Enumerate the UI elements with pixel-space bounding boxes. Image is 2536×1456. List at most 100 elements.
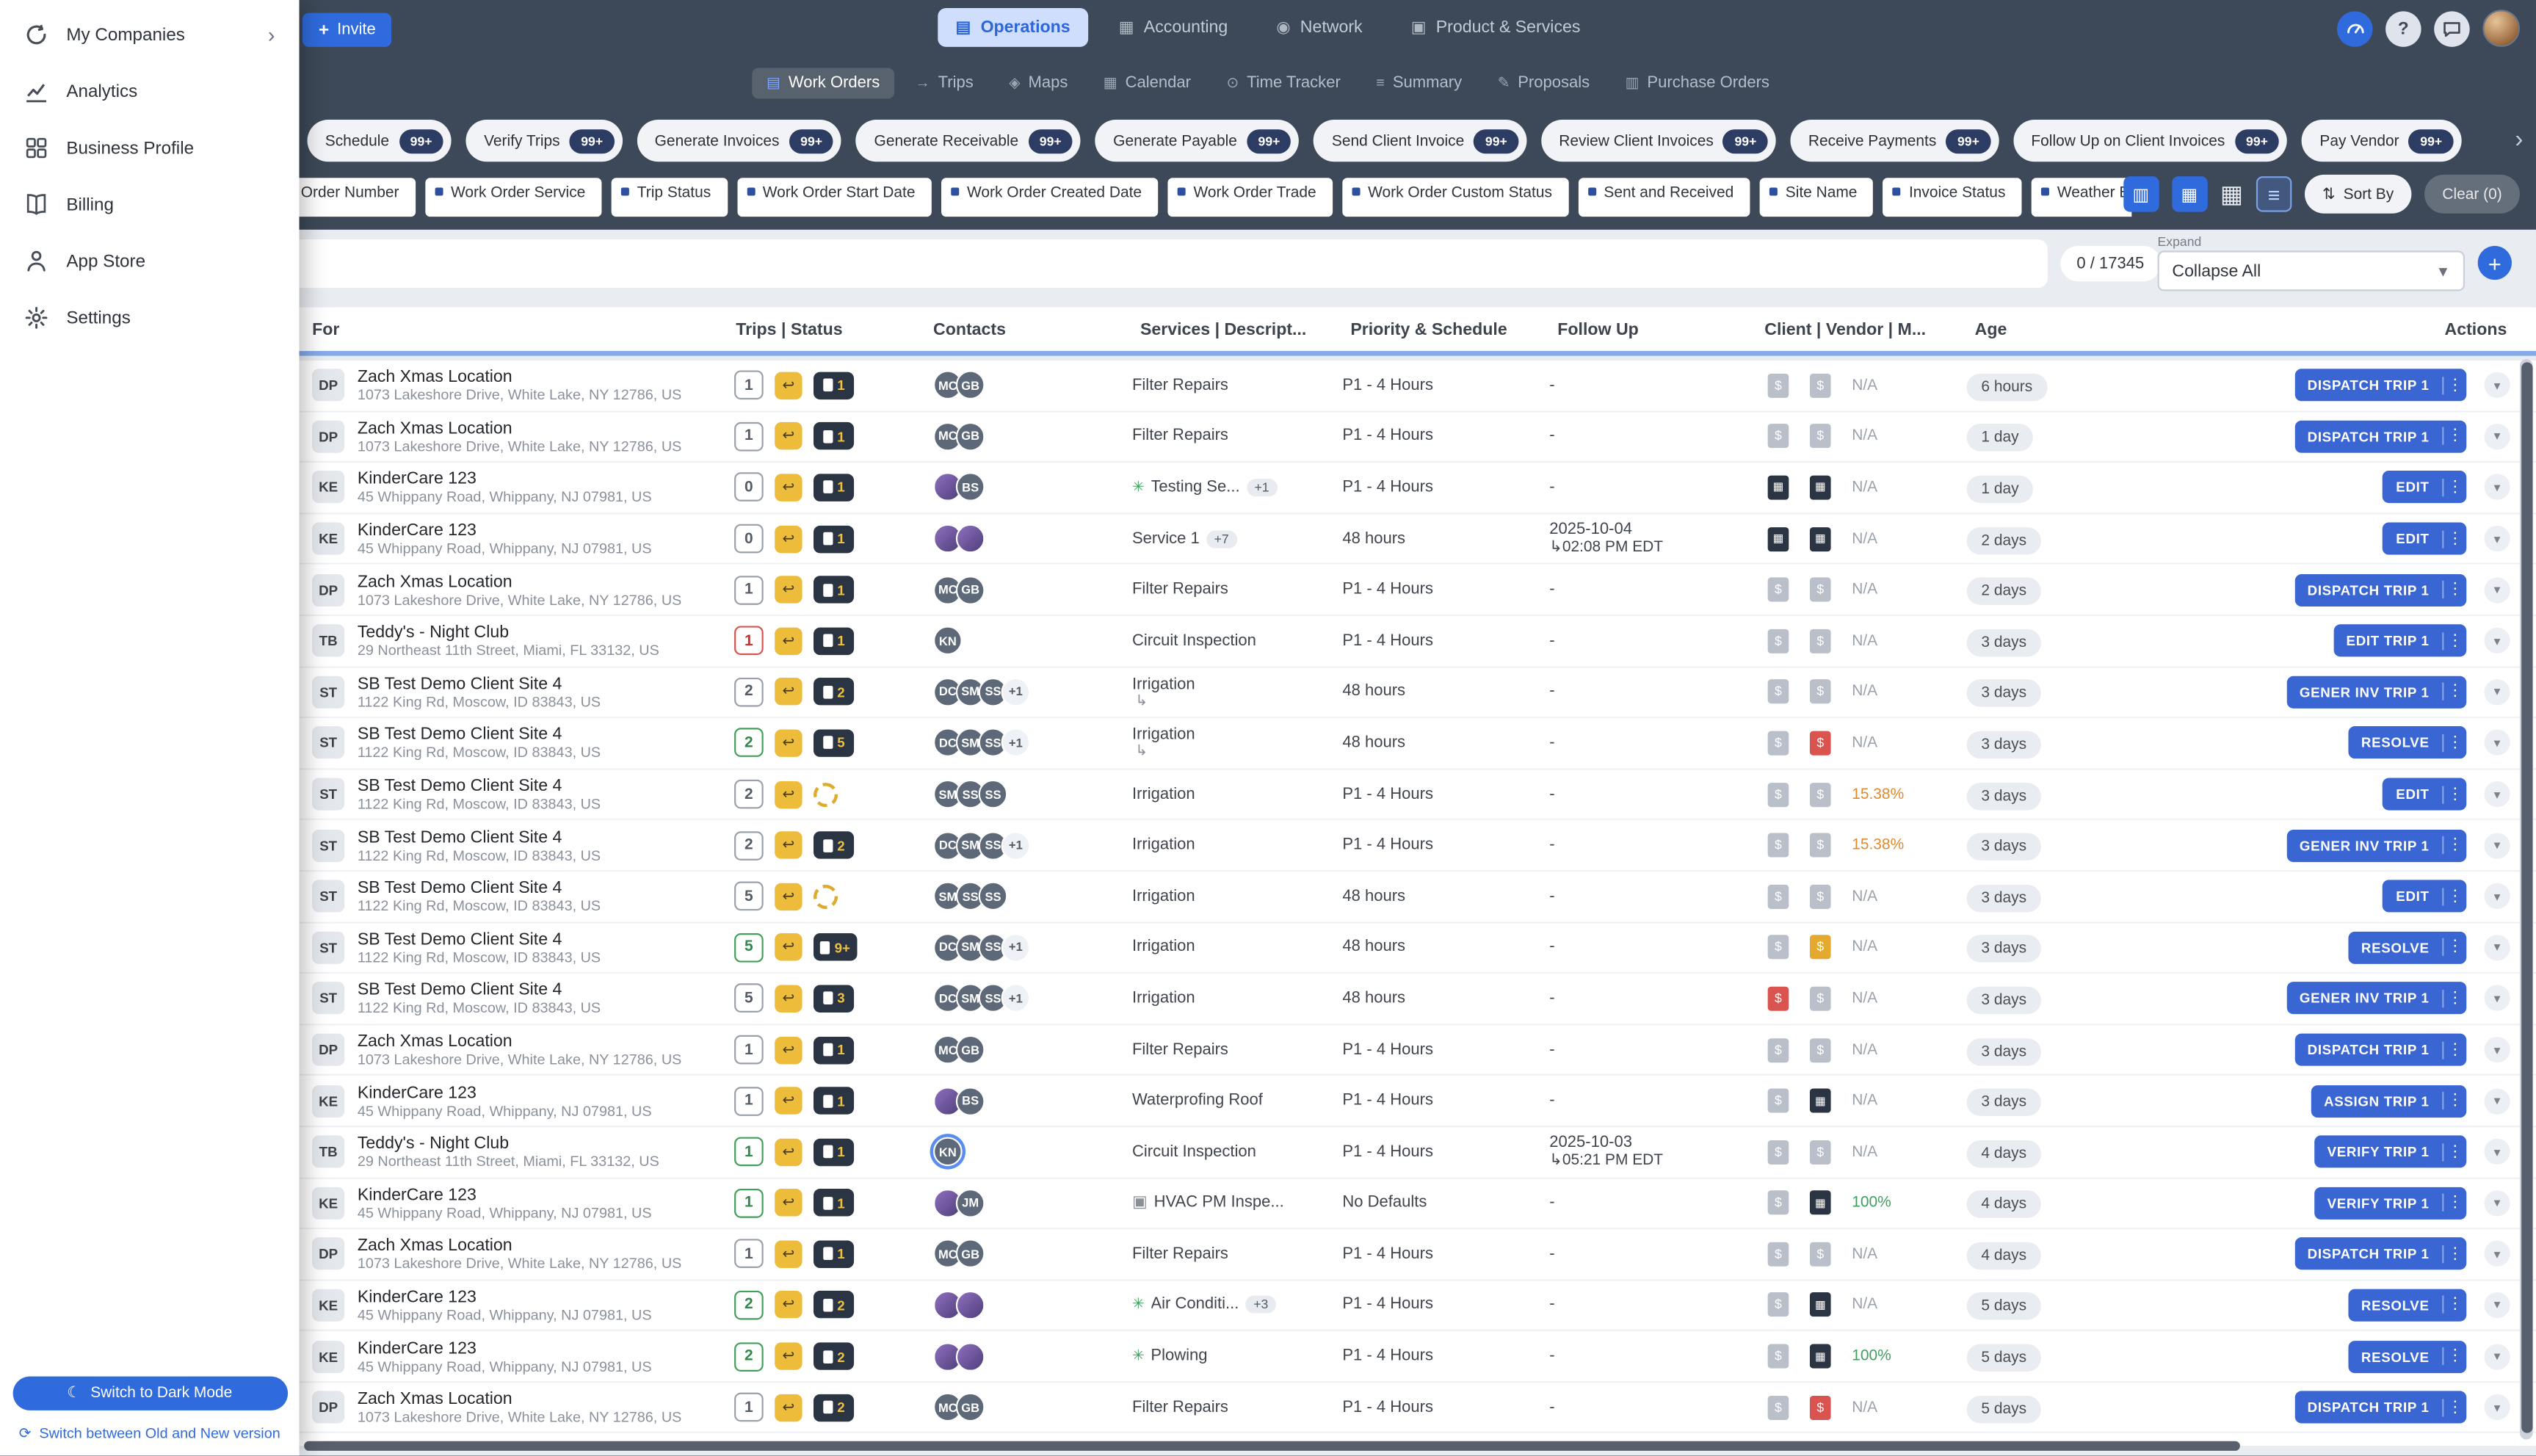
contact-avatar[interactable]: GB [955, 1392, 985, 1422]
red-icon[interactable]: $ [1809, 1395, 1831, 1420]
more-actions-icon[interactable]: ⋮ [2442, 478, 2466, 497]
expand-row-icon[interactable]: ▾ [2484, 678, 2510, 706]
site-name[interactable]: KinderCare 123 [358, 1287, 652, 1306]
contact-avatar[interactable]: JM [955, 1188, 985, 1218]
service-more-badge[interactable]: +1 [1246, 478, 1278, 497]
red-icon[interactable]: $ [1767, 986, 1789, 1011]
contact-avatar[interactable] [955, 1290, 985, 1320]
contacts-more-badge[interactable]: +1 [1001, 932, 1031, 963]
primary-action-button[interactable]: DISPATCH TRIP 1 ⋮ [2294, 573, 2467, 606]
tab-accounting[interactable]: ▦ Accounting [1101, 8, 1246, 47]
expand-row-icon[interactable]: ▾ [2484, 1343, 2510, 1369]
subtab-proposals[interactable]: ✎ Proposals [1483, 67, 1604, 98]
trip-status-icon[interactable]: ↩ [775, 524, 803, 553]
contact-avatar[interactable]: GB [955, 1035, 985, 1065]
workflow-chip-send-client-invoice[interactable]: Send Client Invoice 99+ [1314, 120, 1527, 162]
primary-action-button[interactable]: ASSIGN TRIP 1 ⋮ [2311, 1084, 2467, 1118]
invoice-icon[interactable]: $ [1809, 1037, 1831, 1062]
yellow-icon[interactable]: $ [1809, 935, 1831, 960]
documents-badge[interactable]: 1 [814, 1035, 855, 1064]
grid-view-toggle-icon[interactable]: ▦ [2220, 182, 2243, 206]
contact-avatar[interactable] [955, 1341, 985, 1372]
column-follow-up[interactable]: Follow Up [1549, 319, 1756, 338]
expand-row-icon[interactable]: ▾ [2484, 526, 2510, 552]
primary-action-button[interactable]: RESOLVE ⋮ [2348, 727, 2467, 760]
trips-count[interactable]: 1 [734, 1086, 764, 1116]
trip-status-icon[interactable]: ↩ [775, 729, 803, 757]
card-view-button[interactable]: ▥ [2123, 176, 2159, 212]
more-actions-icon[interactable]: ⋮ [2442, 1040, 2466, 1059]
workflow-chip-follow-up-on-client-invoices[interactable]: Follow Up on Client Invoices 99+ [2013, 120, 2288, 162]
invoice-icon[interactable]: $ [1809, 1242, 1831, 1267]
column-services[interactable]: Services | Descript... [1132, 319, 1342, 338]
horizontal-scrollbar[interactable] [304, 1441, 2240, 1451]
trips-count[interactable]: 1 [734, 575, 764, 605]
trips-count[interactable]: 1 [734, 1035, 764, 1065]
site-name[interactable]: Zach Xmas Location [358, 1032, 682, 1051]
site-name[interactable]: KinderCare 123 [358, 1339, 652, 1358]
invoice-icon[interactable]: $ [1767, 935, 1789, 960]
more-actions-icon[interactable]: ⋮ [2442, 1347, 2466, 1366]
trips-count[interactable]: 2 [734, 1290, 764, 1320]
pending-status-icon[interactable] [814, 782, 838, 807]
subtab-maps[interactable]: ◈ Maps [994, 67, 1082, 98]
invoice-icon[interactable]: $ [1767, 833, 1789, 858]
primary-action-button[interactable]: DISPATCH TRIP 1 ⋮ [2294, 420, 2467, 453]
help-button[interactable]: ? [2385, 10, 2421, 46]
trip-status-icon[interactable]: ↩ [775, 1138, 803, 1166]
pending-status-icon[interactable] [814, 884, 838, 909]
trip-status-icon[interactable]: ↩ [775, 1035, 803, 1064]
documents-badge[interactable]: 1 [814, 524, 855, 553]
tab-network[interactable]: ◉ Network [1258, 8, 1380, 47]
more-actions-icon[interactable]: ⋮ [2442, 989, 2466, 1008]
invoice-icon[interactable]: $ [1767, 731, 1789, 756]
workflow-chip-receive-payments[interactable]: Receive Payments 99+ [1790, 120, 1999, 162]
invoice-icon[interactable]: $ [1809, 833, 1831, 858]
filter-chip-trip-status[interactable]: Trip Status [611, 178, 728, 217]
documents-badge[interactable]: 1 [814, 422, 855, 451]
collapse-all-select[interactable]: Collapse All ▼ [2157, 250, 2466, 291]
expand-row-icon[interactable]: ▾ [2484, 781, 2510, 808]
site-name[interactable]: Zach Xmas Location [358, 1236, 682, 1256]
trips-count[interactable]: 1 [734, 626, 764, 656]
invoice-icon[interactable]: $ [1809, 424, 1831, 449]
invoice-icon[interactable]: $ [1767, 373, 1789, 398]
user-avatar[interactable] [2482, 10, 2520, 47]
expand-row-icon[interactable]: ▾ [2484, 372, 2510, 399]
column-client-vendor[interactable]: Client | Vendor | M... [1756, 319, 1966, 338]
filter-chip-sent-and-received[interactable]: Sent and Received [1578, 178, 1750, 217]
trip-status-icon[interactable]: ↩ [775, 1189, 803, 1217]
primary-action-button[interactable]: GENER INV TRIP 1 ⋮ [2286, 982, 2467, 1015]
more-actions-icon[interactable]: ⋮ [2442, 376, 2466, 395]
workflow-chip-pay-vendor[interactable]: Pay Vendor 99+ [2302, 120, 2462, 162]
service-more-badge[interactable]: +7 [1206, 529, 1237, 548]
more-actions-icon[interactable]: ⋮ [2442, 1194, 2466, 1212]
trips-count[interactable]: 1 [734, 421, 764, 452]
filter-chip-work-order-service[interactable]: Work Order Service [424, 178, 602, 217]
trip-status-icon[interactable]: ↩ [775, 933, 803, 962]
more-actions-icon[interactable]: ⋮ [2442, 529, 2466, 548]
workflow-chip-review-client-invoices[interactable]: Review Client Invoices 99+ [1541, 120, 1776, 162]
sort-by-button[interactable]: ⇅ Sort By [2304, 174, 2412, 214]
workflow-chip-generate-payable[interactable]: Generate Payable 99+ [1095, 120, 1300, 162]
trip-status-icon[interactable]: ↩ [775, 780, 803, 808]
trips-count[interactable]: 0 [734, 524, 764, 554]
dark-icon[interactable]: ▦ [1809, 526, 1831, 551]
trips-count[interactable]: 2 [734, 728, 764, 758]
sidebar-item-settings[interactable]: Settings [0, 289, 300, 346]
dark-icon[interactable]: ▦ [1809, 475, 1831, 500]
trips-count[interactable]: 2 [734, 677, 764, 707]
invoice-icon[interactable]: $ [1767, 1140, 1789, 1165]
contact-avatar[interactable]: GB [955, 575, 985, 605]
filter-chip-site-name[interactable]: Site Name [1759, 178, 1874, 217]
site-name[interactable]: KinderCare 123 [358, 521, 652, 540]
site-name[interactable]: Zach Xmas Location [358, 419, 682, 438]
more-actions-icon[interactable]: ⋮ [2442, 734, 2466, 753]
more-actions-icon[interactable]: ⋮ [2442, 887, 2466, 905]
filter-chip-work-order-created-date[interactable]: Work Order Created Date [941, 178, 1159, 217]
site-name[interactable]: SB Test Demo Client Site 4 [358, 674, 601, 693]
trip-status-icon[interactable]: ↩ [775, 1240, 803, 1268]
workflow-chip-schedule[interactable]: Schedule 99+ [307, 120, 452, 162]
invoice-icon[interactable]: $ [1809, 782, 1831, 807]
primary-action-button[interactable]: RESOLVE ⋮ [2348, 1289, 2467, 1322]
